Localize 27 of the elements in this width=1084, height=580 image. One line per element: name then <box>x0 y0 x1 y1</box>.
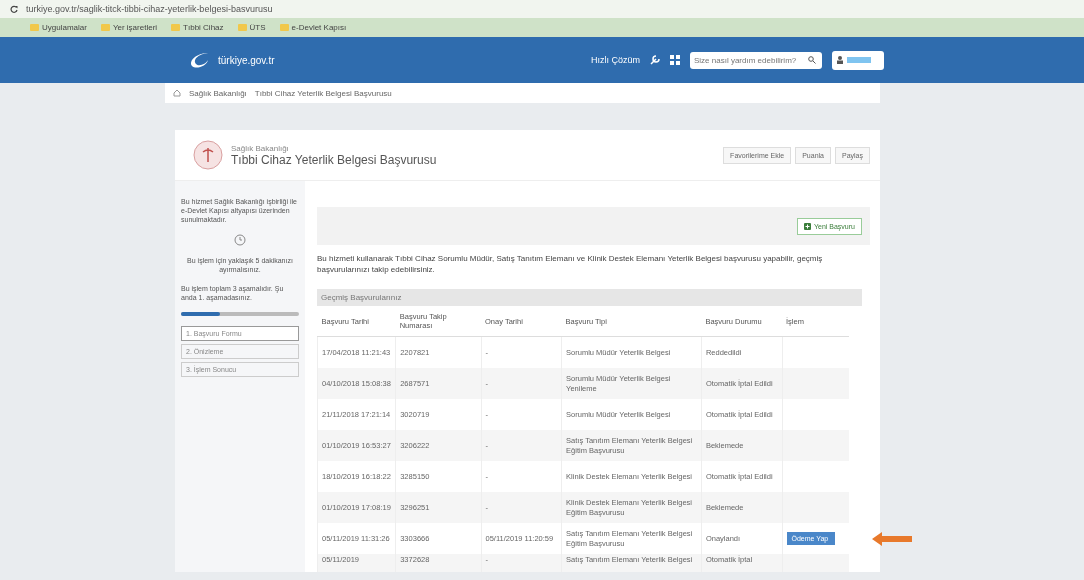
emblem-icon <box>193 140 223 170</box>
bookmark[interactable]: Yer işaretleri <box>100 23 158 32</box>
search-icon <box>808 56 816 64</box>
address-bar[interactable]: turkiye.gov.tr/saglik-titck-tibbi-cihaz-yeterlik-belgesi-basvurusu <box>26 4 273 14</box>
bookmark[interactable]: Uygulamalar <box>30 23 87 32</box>
site-logo[interactable]: türkiye.gov.tr <box>218 54 275 66</box>
agency-name: Sağlık Bakanlığı <box>231 143 290 153</box>
reload-icon[interactable] <box>10 5 18 13</box>
plus-icon <box>804 222 811 230</box>
breadcrumb-link[interactable]: Sağlık Bakanlığı <box>189 88 247 98</box>
clock-icon <box>234 234 246 246</box>
search-button[interactable] <box>808 51 822 69</box>
bookmark[interactable]: e-Devlet Kapısı <box>279 23 347 32</box>
service-title: Tıbbi Cihaz Yeterlik Belgesi Başvurusu <box>231 152 437 167</box>
bookmark[interactable]: Tıbbi Cihaz <box>171 23 224 32</box>
arrow-annotation <box>872 532 912 546</box>
home-icon[interactable] <box>173 89 181 97</box>
intro-text: Bu hizmeti kullanarak Tıbbi Cihaz Sorumlu Müdür, Satış Tanıtım Elemanı ve Klinik Destek Elemanı Yeterlik Belgesi başvurusu yapabilir, geçmiş başvurularınızı takip edebilirsiniz. <box>317 253 824 275</box>
table-title: Geçmiş Başvurularınız <box>317 289 862 306</box>
breadcrumb-link[interactable]: Tıbbi Cihaz Yeterlik Belgesi Başvurusu <box>254 88 392 98</box>
bookmark[interactable]: ÜTS <box>237 23 266 32</box>
wrench-icon[interactable] <box>650 55 660 65</box>
grid-icon[interactable] <box>670 55 680 65</box>
quick-solution-link[interactable]: Hızlı Çözüm <box>591 55 640 65</box>
user-icon <box>837 56 843 64</box>
user-menu-button[interactable] <box>832 50 884 70</box>
search-field[interactable]: Size nasıl yardım edebilirim? <box>690 51 808 69</box>
